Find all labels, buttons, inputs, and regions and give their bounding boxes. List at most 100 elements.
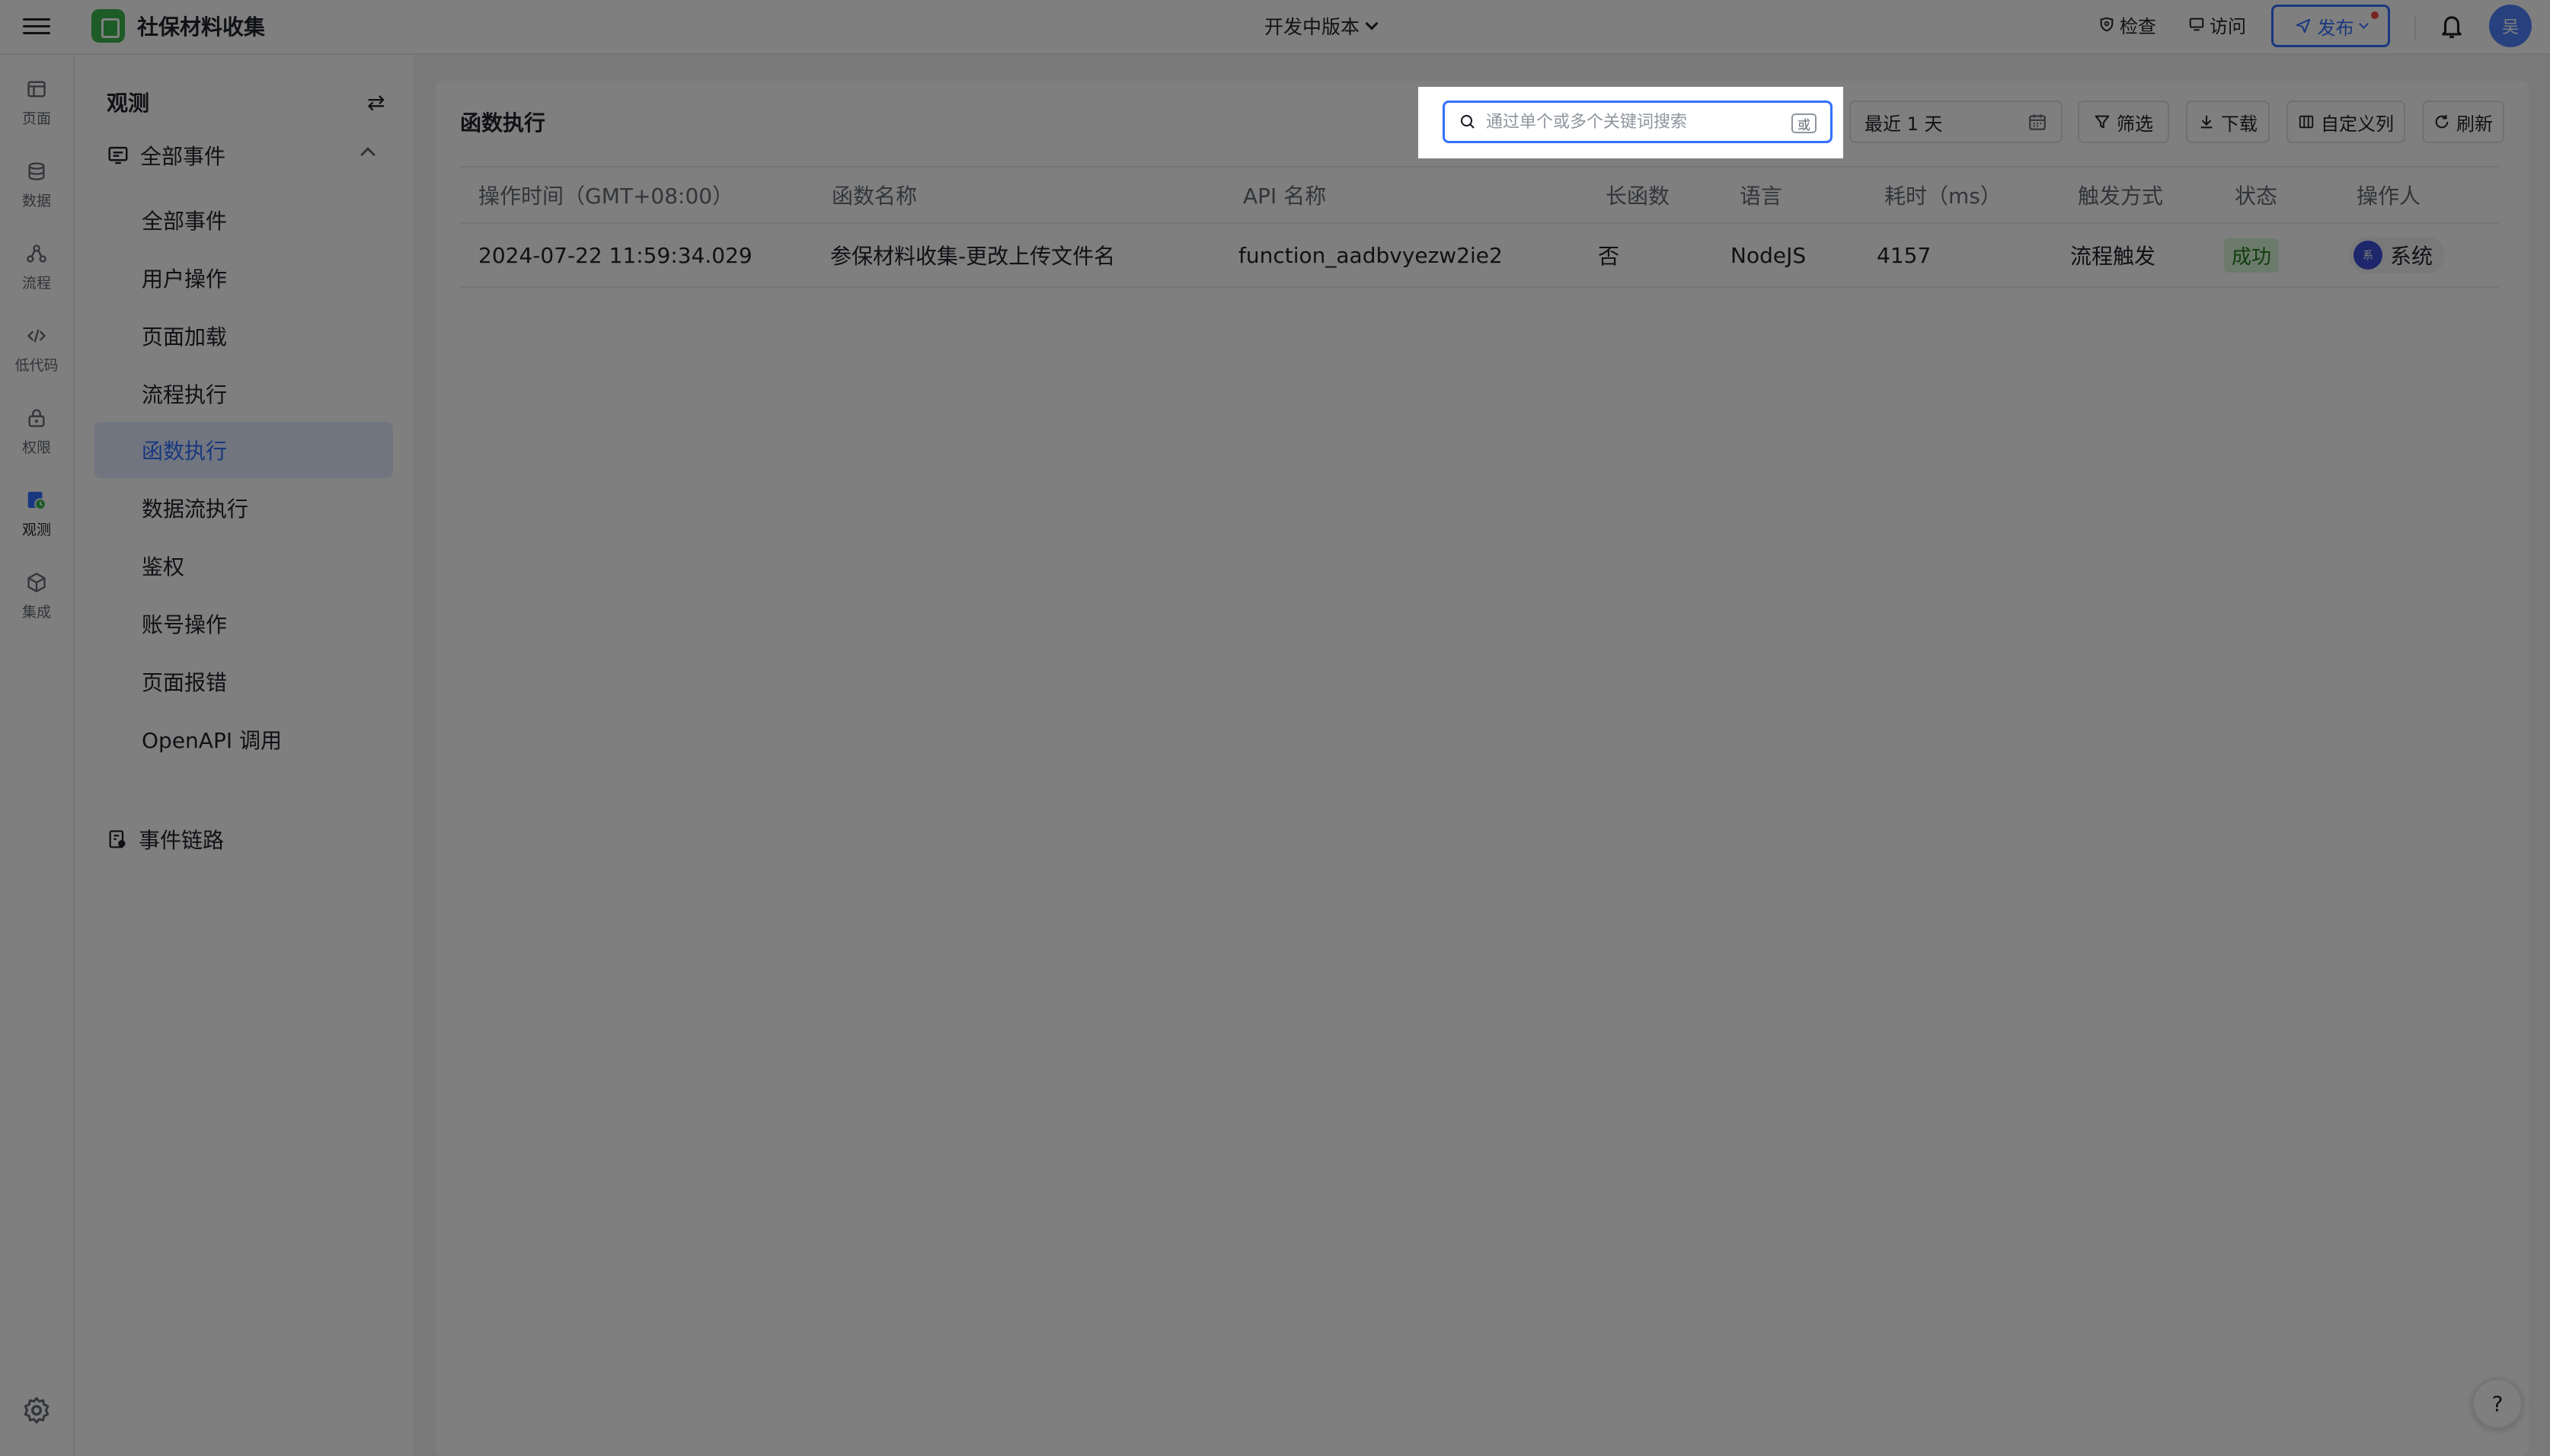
col-header-status[interactable]: 状态 — [2235, 168, 2277, 222]
sidebar-item-dataflow-exec[interactable]: 数据流执行 — [94, 480, 393, 536]
refresh-label: 刷新 — [2456, 113, 2493, 135]
sidebar-item-flow-exec[interactable]: 流程执行 — [94, 366, 393, 422]
inspect-icon — [2100, 17, 2114, 32]
database-icon — [24, 159, 49, 184]
notification-dot — [2371, 11, 2379, 19]
col-header-api-name[interactable]: API 名称 — [1243, 168, 1326, 222]
calendar-icon — [2029, 114, 2046, 130]
integration-icon — [24, 570, 49, 595]
col-header-trigger[interactable]: 触发方式 — [2078, 168, 2163, 222]
sidebar-item-label: 函数执行 — [142, 439, 228, 464]
sidebar-group-all-events[interactable]: 全部事件 — [107, 134, 388, 177]
filter-icon — [2095, 115, 2110, 129]
observe-sidebar: 观测 ⇄ 全部事件 全部事件 用户操作 页面加载 流程执行 函数执行 数据流执行… — [75, 55, 413, 1456]
sidebar-item-page-errors[interactable]: 页面报错 — [94, 653, 393, 710]
swap-icon[interactable]: ⇄ — [367, 90, 385, 115]
rail-label: 权限 — [21, 439, 51, 456]
cell-long-function: 否 — [1598, 244, 1620, 269]
chevron-down-icon — [1365, 17, 1379, 30]
sidebar-item-label: 全部事件 — [142, 209, 228, 234]
status-badge: 成功 — [2224, 238, 2280, 273]
rail-item-data[interactable]: 数据 — [0, 148, 73, 221]
sidebar-item-label: 页面报错 — [142, 670, 228, 695]
date-range-label: 最近 1 天 — [1865, 113, 1943, 135]
sidebar-title: 观测 — [107, 91, 150, 116]
event-list-icon — [108, 146, 128, 164]
rail-label: 数据 — [21, 192, 51, 209]
rail-label: 流程 — [21, 274, 51, 292]
custom-columns-label: 自定义列 — [2321, 113, 2394, 135]
columns-icon — [2299, 115, 2314, 129]
sidebar-item-auth[interactable]: 鉴权 — [94, 538, 393, 594]
or-mode-badge[interactable]: 或 — [1791, 113, 1817, 133]
sidebar-item-openapi[interactable]: OpenAPI 调用 — [94, 711, 393, 768]
visit-button[interactable]: 访问 — [2188, 11, 2246, 38]
cell-time: 2024-07-22 11:59:34.029 — [478, 242, 753, 268]
sidebar-item-event-chain[interactable]: 事件链路 — [107, 824, 224, 854]
filter-label: 筛选 — [2117, 113, 2153, 135]
operator-chip[interactable]: 系 系统 — [2349, 237, 2446, 273]
app-title: 社保材料收集 — [137, 14, 266, 40]
observe-icon — [24, 488, 49, 512]
sidebar-item-label: 鉴权 — [142, 554, 185, 580]
rail-item-flow[interactable]: 流程 — [0, 230, 73, 303]
publish-label: 发布 — [2317, 17, 2354, 39]
app-logo — [91, 9, 125, 43]
inspect-button[interactable]: 检查 — [2098, 11, 2156, 38]
cell-status: 成功 — [2224, 224, 2280, 286]
user-avatar[interactable]: 吴 — [2489, 5, 2532, 47]
settings-icon[interactable] — [21, 1395, 52, 1426]
rail-item-page[interactable]: 页面 — [0, 65, 73, 139]
download-icon — [2200, 115, 2213, 129]
sidebar-item-page-load[interactable]: 页面加载 — [94, 308, 393, 364]
table-row[interactable]: 2024-07-22 11:59:34.029 参保材料收集-更改上传文件名 f… — [460, 224, 2498, 288]
menu-icon[interactable] — [23, 14, 50, 41]
sidebar-item-account-actions[interactable]: 账号操作 — [94, 595, 393, 652]
custom-columns-button[interactable]: 自定义列 — [2286, 101, 2405, 143]
sidebar-item-label: 用户操作 — [142, 267, 228, 292]
operator-name: 系统 — [2390, 244, 2433, 269]
date-range-picker[interactable]: 最近 1 天 — [1849, 101, 2063, 143]
col-header-long-function[interactable]: 长函数 — [1606, 168, 1670, 222]
rail-item-integration[interactable]: 集成 — [0, 559, 73, 632]
sidebar-item-label: 数据流执行 — [142, 497, 249, 522]
module-rail: 页面 数据 流程 低代码 权限 观测 集成 — [0, 55, 75, 1456]
col-header-time[interactable]: 操作时间（GMT+08:00） — [478, 168, 733, 222]
visit-label: 访问 — [2210, 15, 2246, 37]
rail-label: 集成 — [21, 603, 51, 621]
bell-icon[interactable] — [2439, 12, 2465, 41]
col-header-operator[interactable]: 操作人 — [2357, 168, 2421, 222]
operator-avatar: 系 — [2353, 241, 2382, 270]
col-header-language[interactable]: 语言 — [1740, 168, 1782, 222]
sidebar-item-label: OpenAPI 调用 — [142, 728, 282, 753]
sidebar-item-all-events[interactable]: 全部事件 — [94, 192, 393, 248]
search-field[interactable]: 或 — [1443, 101, 1833, 143]
download-button[interactable]: 下载 — [2186, 101, 2270, 143]
sidebar-item-user-actions[interactable]: 用户操作 — [94, 250, 393, 306]
col-header-duration[interactable]: 耗时（ms） — [1884, 168, 2002, 222]
sidebar-item-label: 账号操作 — [142, 612, 228, 637]
help-icon[interactable]: ? — [2472, 1378, 2523, 1429]
search-input[interactable] — [1486, 112, 1775, 132]
sidebar-group-label: 全部事件 — [140, 144, 226, 169]
version-dropdown[interactable]: 开发中版本 — [1264, 12, 1379, 40]
function-exec-panel: 函数执行 或 最近 1 天 筛选 下载 自定义列 刷新 操作时间（GMT+08:… — [436, 81, 2529, 1456]
filter-button[interactable]: 筛选 — [2078, 101, 2169, 143]
search-icon — [1460, 114, 1475, 129]
sidebar-item-function-exec[interactable]: 函数执行 — [94, 422, 393, 478]
chain-icon — [109, 830, 126, 848]
sidebar-chain-label: 事件链路 — [139, 828, 225, 853]
chevron-down-icon — [2358, 18, 2369, 29]
sidebar-item-label: 页面加载 — [142, 324, 228, 350]
rail-label: 低代码 — [14, 356, 59, 374]
col-header-function-name[interactable]: 函数名称 — [832, 168, 917, 222]
rail-item-lowcode[interactable]: 低代码 — [0, 312, 73, 385]
function-exec-table: 操作时间（GMT+08:00） 函数名称 API 名称 长函数 语言 耗时（ms… — [460, 166, 2498, 288]
publish-button[interactable]: 发布 — [2271, 5, 2390, 47]
rail-label: 页面 — [21, 110, 51, 127]
rail-item-observe[interactable]: 观测 — [0, 477, 73, 550]
download-label: 下载 — [2221, 113, 2258, 135]
version-label: 开发中版本 — [1264, 16, 1360, 38]
rail-item-permission[interactable]: 权限 — [0, 394, 73, 468]
refresh-button[interactable]: 刷新 — [2422, 101, 2504, 143]
